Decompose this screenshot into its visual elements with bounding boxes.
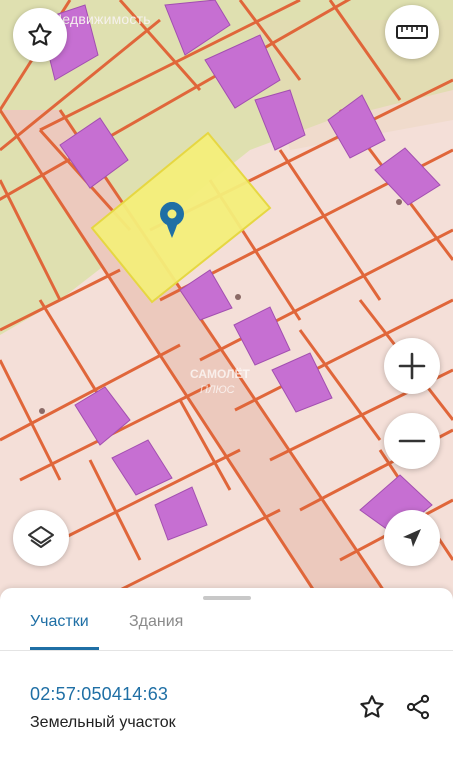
tab-parcels[interactable]: Участки	[30, 610, 89, 634]
ruler-icon	[396, 25, 428, 39]
minus-icon	[398, 439, 426, 443]
cadastral-number[interactable]: 02:57:050414:63	[30, 684, 168, 705]
map-point	[39, 408, 45, 414]
favorite-button[interactable]	[13, 8, 67, 62]
ruler-button[interactable]	[385, 5, 439, 59]
brand-label: Недвижимость	[52, 11, 151, 27]
share-button[interactable]	[403, 692, 433, 722]
watermark-line2: ПЛЮС	[200, 384, 235, 396]
zoom-in-button[interactable]	[384, 338, 440, 394]
object-type-label: Земельный участок	[30, 714, 176, 731]
bottom-sheet: Участки Здания 02:57:050414:63 Земельный…	[0, 588, 453, 768]
plus-icon	[398, 352, 426, 380]
star-icon	[360, 695, 384, 718]
active-tab-indicator	[30, 647, 99, 650]
locate-button[interactable]	[384, 510, 440, 566]
tab-bar: Участки Здания	[0, 606, 453, 651]
share-icon	[406, 694, 430, 720]
add-favorite-button[interactable]	[357, 692, 387, 722]
zoom-out-button[interactable]	[384, 413, 440, 469]
map-view[interactable]: САМОЛЁТ ПЛЮС Недвижимость	[0, 0, 453, 600]
sheet-drag-handle[interactable]	[203, 596, 251, 600]
watermark-line1: САМОЛЁТ	[190, 366, 251, 381]
star-icon	[28, 23, 52, 46]
map-point	[235, 294, 241, 300]
layers-button[interactable]	[13, 510, 69, 566]
map-point	[396, 199, 402, 205]
tab-buildings[interactable]: Здания	[129, 610, 183, 634]
layers-icon	[28, 526, 54, 548]
navigation-arrow-icon	[403, 529, 421, 547]
map-canvas[interactable]: САМОЛЁТ ПЛЮС	[0, 0, 453, 600]
